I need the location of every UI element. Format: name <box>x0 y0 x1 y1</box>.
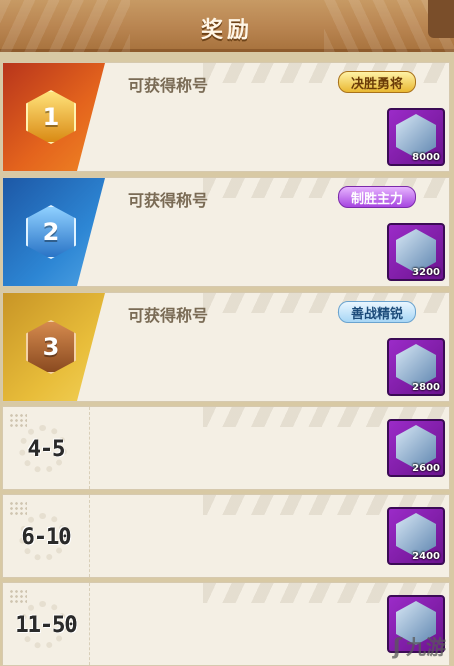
watermark-logo: ʃ 九游 <box>393 631 446 660</box>
title-available-label: 可获得称号 <box>128 191 209 210</box>
reward-item-slot[interactable]: 2600 <box>387 419 445 477</box>
rank-number: 3 <box>42 333 60 361</box>
rank-3-badge-icon: 3 <box>25 320 77 374</box>
rank-range: 11-50 <box>15 613 77 638</box>
dots-decoration <box>9 589 27 603</box>
title-available-label: 可获得称号 <box>128 76 209 95</box>
watermark-icon: ʃ <box>392 635 402 660</box>
rank-panel: 4-5 <box>3 407 90 489</box>
rank-panel: 11-50 <box>3 583 90 665</box>
reward-row-rank-4-5: 4-5 2600 <box>2 406 450 490</box>
reward-item-slot[interactable]: 8000 <box>387 108 445 166</box>
title-badge: 善战精锐 <box>338 301 417 323</box>
reward-row-rank-6-10: 6-10 2400 <box>2 494 450 578</box>
rank-number: 1 <box>42 103 60 131</box>
reward-item-slot[interactable]: 2400 <box>387 507 445 565</box>
reward-quantity: 8000 <box>412 152 440 163</box>
watermark-text: 九游 <box>406 635 446 659</box>
title-badge: 制胜主力 <box>338 186 417 208</box>
rank-2-badge-icon: 2 <box>25 205 77 259</box>
reward-quantity: 3200 <box>412 267 440 278</box>
reward-row-rank-11-50: 11-50 <box>2 582 450 666</box>
title-badge: 决胜勇将 <box>338 71 417 93</box>
page-title: 奖励 <box>200 18 253 43</box>
reward-quantity: 2800 <box>412 382 440 393</box>
dots-decoration <box>9 413 27 427</box>
rank-range: 6-10 <box>21 525 72 550</box>
reward-row-rank-2: 2 可获得称号 制胜主力 3200 <box>2 177 450 287</box>
rank-panel: 6-10 <box>3 495 90 577</box>
rank-number: 2 <box>42 218 60 246</box>
rank-range: 4-5 <box>27 437 66 462</box>
reward-item-slot[interactable]: 2800 <box>387 338 445 396</box>
reward-item-slot[interactable]: 3200 <box>387 223 445 281</box>
reward-row-rank-1: 1 可获得称号 决胜勇将 8000 <box>2 62 450 172</box>
reward-quantity: 2600 <box>412 463 440 474</box>
reward-header: 奖励 <box>0 0 454 52</box>
dots-decoration <box>9 501 27 515</box>
title-available-label: 可获得称号 <box>128 306 209 325</box>
reward-row-rank-3: 3 可获得称号 善战精锐 2800 <box>2 292 450 402</box>
rank-1-badge-icon: 1 <box>25 90 77 144</box>
reward-quantity: 2400 <box>412 551 440 562</box>
